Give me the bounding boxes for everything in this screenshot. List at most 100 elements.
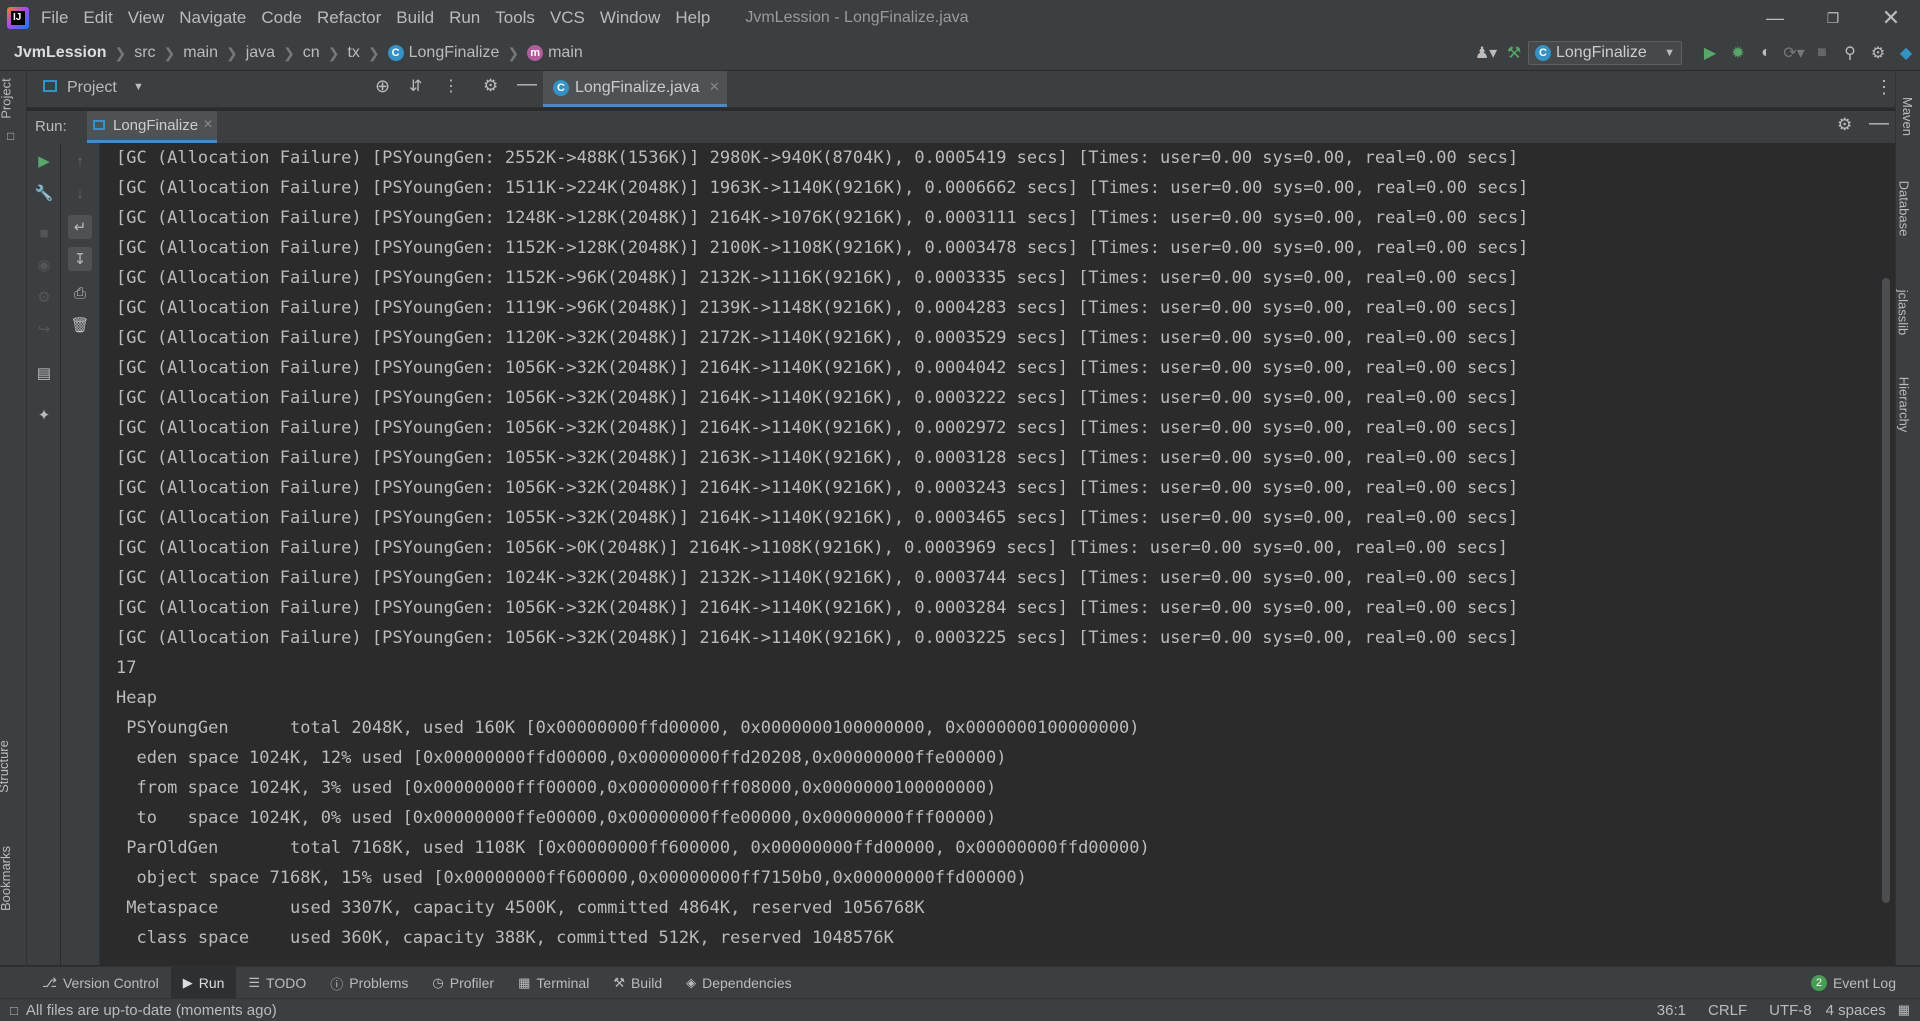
menu-window[interactable]: Window [600,6,660,30]
breadcrumb-cn[interactable]: cn [303,44,320,62]
breadcrumb-java[interactable]: java [246,44,275,62]
tab-version-control[interactable]: ⎇ Version Control [30,967,171,999]
collapse-all-icon[interactable]: ⋮ [443,76,459,96]
user-icon[interactable]: ♟▾ [1472,39,1500,67]
tab-run[interactable]: ▶ Run [170,967,237,999]
menu-help[interactable]: Help [675,6,710,30]
exit-icon[interactable]: ↪ [32,317,56,341]
project-panel-title[interactable]: Project [67,79,117,97]
status-bar: □ All files are up-to-date (moments ago)… [0,998,1920,1021]
locate-icon[interactable]: ⊕ [375,76,390,97]
menu-navigate[interactable]: Navigate [179,6,246,30]
event-log-label: Event Log [1832,975,1896,991]
restore-button[interactable]: ❐ [1804,0,1862,36]
search-icon[interactable]: ⚲ [1836,39,1864,67]
tab-terminal[interactable]: ▦ Terminal [506,967,601,999]
run-icon[interactable]: ▶ [1696,39,1724,67]
jclasslib-tool-button[interactable]: jclasslib [1895,290,1910,336]
debug-icon[interactable]: ✹ [1724,39,1752,67]
close-icon[interactable]: ✕ [709,79,720,95]
bookmarks-tool-button[interactable]: Bookmarks [0,846,13,911]
line-separator[interactable]: CRLF [1708,1002,1747,1019]
caret-position[interactable]: 36:1 [1657,1002,1686,1019]
arrow-down-icon[interactable]: ↓ [68,181,92,205]
database-tool-button[interactable]: Database [1896,181,1911,237]
console-line: ParOldGen total 7168K, used 1108K [0x000… [116,838,1150,858]
breadcrumb-tx[interactable]: tx [347,44,359,62]
breadcrumb-separator: ❯ [163,44,176,61]
tab-build[interactable]: ⚒ Build [601,967,674,999]
close-window-button[interactable]: ✕ [1862,0,1920,36]
menu-build[interactable]: Build [396,6,434,30]
camera-icon[interactable]: ◉ [32,253,56,277]
scrollbar-thumb[interactable] [1882,278,1890,903]
rerun-icon[interactable]: ▶ [32,149,56,173]
maven-tool-button[interactable]: Maven [1900,97,1915,136]
soft-wrap-icon[interactable]: ↵ [68,215,92,239]
expand-all-icon[interactable]: ⇵ [409,76,422,96]
tab-label: Dependencies [702,975,792,991]
layout-icon[interactable]: ▤ [32,361,56,385]
menu-refactor[interactable]: Refactor [317,6,381,30]
hide-icon[interactable]: — [1869,112,1889,135]
event-count-badge: 2 [1810,975,1827,991]
build-hammer-icon[interactable]: ⚒ [1500,39,1528,67]
tab-todo[interactable]: ☰ TODO [236,967,318,999]
gear-icon[interactable]: ⚙ [1864,39,1892,67]
editor-tab-longfinalize[interactable]: C LongFinalize.java ✕ [543,71,727,107]
console-line: class space used 360K, capacity 388K, co… [116,928,894,948]
breadcrumb-class[interactable]: C LongFinalize [387,44,499,62]
folder-icon: □ [7,129,15,143]
breadcrumb-method[interactable]: m main [527,44,583,62]
stop-icon[interactable]: ■ [1808,39,1836,67]
console-output[interactable]: [GC (Allocation Failure) [PSYoungGen: 25… [100,143,1878,965]
run-configuration-select[interactable]: C LongFinalize ▼ [1528,41,1682,65]
toolbox-icon[interactable]: ◆ [1892,39,1920,67]
menu-run[interactable]: Run [449,6,480,30]
print-icon[interactable]: ⎙ [68,281,92,305]
file-encoding[interactable]: UTF-8 [1769,1002,1812,1019]
class-icon: C [387,45,404,61]
stop-icon[interactable]: ■ [32,221,56,245]
tab-profiler[interactable]: ◷ Profiler [420,967,506,999]
tab-problems[interactable]: ⓘ Problems [318,967,420,999]
close-icon[interactable]: ✕ [203,117,213,131]
chevron-down-icon[interactable]: ▼ [133,81,144,93]
scroll-to-end-icon[interactable]: ↧ [68,247,92,271]
layers-icon: ◈ [686,975,697,990]
menu-code[interactable]: Code [261,6,302,30]
hide-icon[interactable]: — [517,73,537,96]
event-log-button[interactable]: 2 Event Log [1799,967,1908,999]
trash-icon[interactable]: 🗑 [68,313,92,337]
profile-icon[interactable]: ⟳▾ [1780,39,1808,67]
menu-tools[interactable]: Tools [495,6,535,30]
breadcrumb-separator: ❯ [327,44,340,61]
console-scrollbar[interactable] [1878,143,1895,965]
minimize-button[interactable]: — [1746,0,1804,36]
console-line: 17 [116,658,137,678]
project-tool-button[interactable]: Project [0,78,14,118]
arrow-up-icon[interactable]: ↑ [68,149,92,173]
breadcrumb-project[interactable]: JvmLession [14,44,106,62]
coverage-icon[interactable]: ◐ [1752,39,1780,67]
pin-icon[interactable]: ✦ [32,403,56,427]
indent-setting[interactable]: 4 spaces [1826,1002,1886,1019]
tab-dependencies[interactable]: ◈ Dependencies [674,967,804,999]
threads-icon[interactable]: ⚙ [32,285,56,309]
breadcrumb-src[interactable]: src [134,44,155,62]
gear-icon[interactable]: ⚙ [483,76,498,96]
hierarchy-tool-button[interactable]: Hierarchy [1896,377,1911,433]
menu-vcs[interactable]: VCS [550,6,585,30]
layout-toggle-icon[interactable]: □ [10,1003,18,1018]
breadcrumb-main[interactable]: main [183,44,218,62]
lock-icon[interactable]: ▦ [1898,1002,1910,1018]
console-line: [GC (Allocation Failure) [PSYoungGen: 11… [116,268,1519,288]
structure-tool-button[interactable]: Structure [0,740,11,793]
more-options-icon[interactable]: ⋮ [1875,77,1893,98]
wrench-icon[interactable]: 🔧 [32,181,56,205]
gear-icon[interactable]: ⚙ [1837,115,1852,135]
menu-file[interactable]: File [41,6,68,30]
menu-view[interactable]: View [128,6,165,30]
run-tab-longfinalize[interactable]: LongFinalize ✕ [87,111,217,143]
menu-edit[interactable]: Edit [83,6,112,30]
